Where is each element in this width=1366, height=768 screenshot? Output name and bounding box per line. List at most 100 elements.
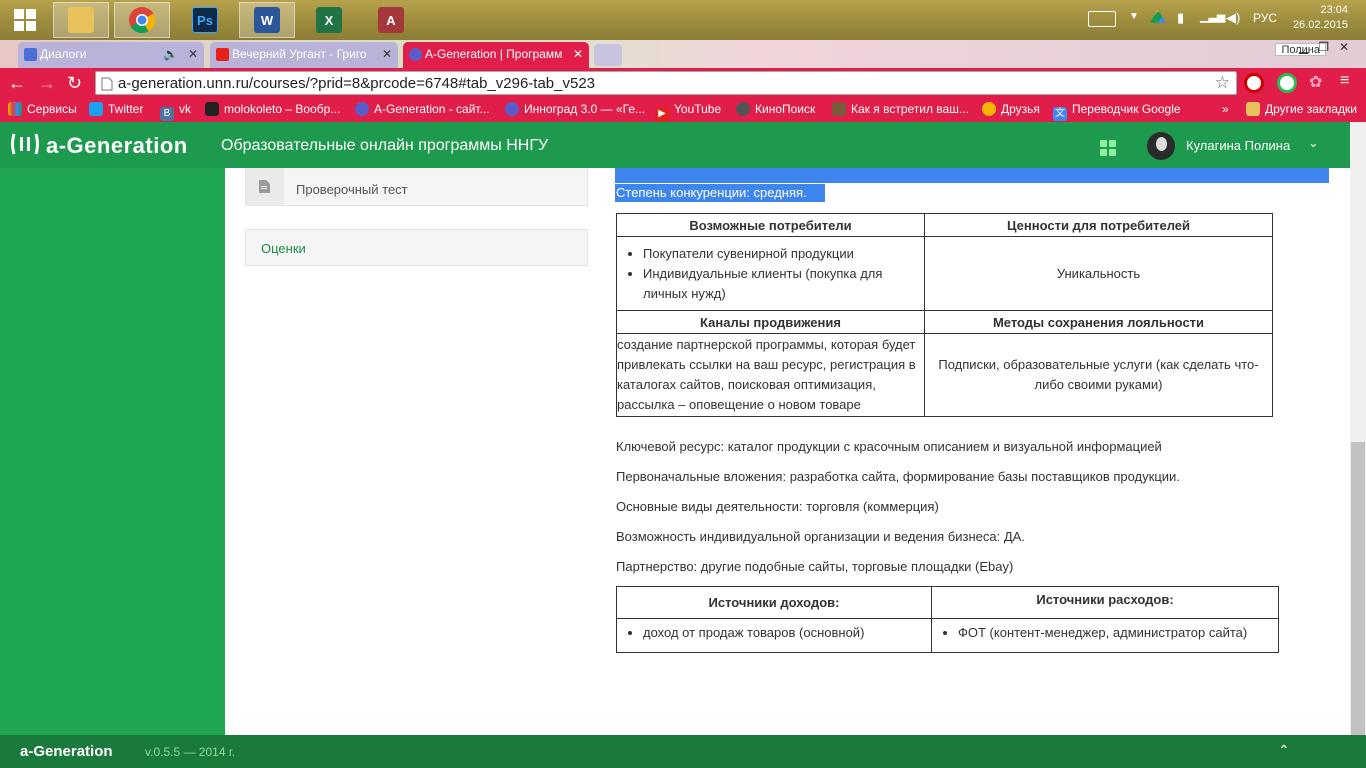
income-list: доход от продаж товаров (основной) [643,623,931,643]
tray-chevron-icon[interactable]: ▼ [1129,11,1139,22]
power-icon[interactable]: ▮ [1177,10,1184,26]
bookmark-other[interactable]: Другие закладки [1246,102,1357,116]
clock-time: 23:04 [1320,4,1348,16]
youtube-icon: ▶ [655,107,669,121]
paw-extension-icon[interactable]: ✿ [1309,72,1322,92]
footer-version: v.0.5.5 — 2014 г. [145,745,236,759]
menu-icon[interactable]: ≡ [1340,72,1349,90]
keyboard-icon[interactable] [1088,11,1116,27]
page-icon [101,77,113,91]
speaker-icon: 🔈 [163,47,178,61]
taskbar-photoshop[interactable]: Ps [177,2,233,38]
paragraph: Ключевой ресурс: каталог продукции с кра… [616,439,1162,454]
star-icon[interactable]: ☆ [1215,73,1230,93]
footer-logo: a-Generation [20,743,113,760]
tab-a-generation[interactable]: A-Generation | Программ ✕ [403,42,589,68]
windows-logo-icon [14,9,36,31]
page-footer: a-Generation v.0.5.5 — 2014 г. ⌃ [0,735,1366,768]
twitter-icon [89,102,103,116]
bookmark-favicon-icon [982,102,996,116]
bookmark-vk[interactable]: Bvk [160,102,191,121]
apps-grid-icon[interactable] [1100,140,1117,157]
tab-close-icon[interactable]: ✕ [573,42,583,66]
tab-label: Диалоги [40,47,87,61]
forward-arrow-icon[interactable]: → [38,73,56,93]
volume-icon[interactable]: ◀) [1226,10,1240,26]
app-header: a-Generation Образовательные онлайн прог… [0,122,1366,168]
logo-icon [11,133,39,155]
tab-close-icon[interactable]: ✕ [382,42,392,66]
bookmark-a-generation[interactable]: A-Generation - сайт... [355,102,490,116]
google-translate-icon: 文 [1053,107,1067,121]
bookmark-innograd[interactable]: Инноград 3.0 — «Ге... [505,102,645,116]
extension-icon[interactable] [1277,73,1297,93]
network-icon[interactable]: ▁▃▅ [1200,10,1225,23]
document-icon [259,180,270,193]
bookmark-himym[interactable]: Как я встретил ваш... [832,102,969,116]
vk-icon: B [160,107,174,121]
scrollbar-thumb[interactable] [1351,442,1365,737]
user-name[interactable]: Кулагина Полина [1186,138,1290,153]
bookmark-friends[interactable]: Друзья [982,102,1040,116]
consumers-list: Покупатели сувенирной продукции Индивиду… [643,244,924,304]
bookmark-molokoleto[interactable]: molokoleto – Вообр... [205,102,340,116]
bookmark-favicon-icon [505,102,519,116]
left-sidebar-strip [0,168,225,735]
tab-urgant[interactable]: Вечерний Ургант - Григо ✕ [210,42,398,68]
consumers-table: Возможные потребители Ценности для потре… [616,213,1273,417]
bookmark-favicon-icon [832,102,846,116]
kinopoisk-icon [736,102,750,116]
bookmarks-overflow[interactable]: » [1222,102,1229,116]
folder-icon [1246,102,1260,116]
table-header: Возможные потребители [616,213,925,237]
windows-start-button[interactable] [0,2,50,38]
address-bar[interactable]: a-generation.unn.ru/courses/?prid=8&prco… [95,71,1237,95]
bookmark-google-translate[interactable]: 文 Переводчик Google [1053,102,1181,121]
system-clock[interactable]: 23:04 26.02.2015 [1293,3,1348,33]
language-indicator[interactable]: РУС [1253,11,1277,25]
avatar[interactable] [1147,132,1175,160]
adblock-icon[interactable] [1244,73,1264,93]
paragraph: Возможность индивидуальной организации и… [616,529,1025,544]
table-header: Ценности для потребителей [924,213,1273,237]
chrome-icon [129,7,156,34]
window-controls[interactable]: ▁ ❐ ✕ [1282,40,1366,60]
tab-dialogs[interactable]: Диалоги 🔈 ✕ [18,42,204,68]
table-cell: Подписки, образовательные услуги (как сд… [924,333,1273,417]
expenses-list: ФОТ (контент-менеджер, администратор сай… [958,623,1278,643]
reload-icon[interactable]: ↻ [67,73,82,93]
selected-text-block [615,168,1329,183]
table-header: Источники доходов: [616,586,932,619]
sidebar-item-test[interactable]: Проверочный тест [245,168,588,206]
taskbar-chrome[interactable] [114,2,170,38]
photoshop-icon: Ps [192,7,218,33]
bookmark-youtube[interactable]: ▶ YouTube [655,102,721,121]
url-text: a-generation.unn.ru/courses/?prid=8&prco… [118,75,596,92]
table-header: Методы сохранения лояльности [924,310,1273,334]
tab-close-icon[interactable]: ✕ [188,42,198,66]
bookmark-kinopoisk[interactable]: КиноПоиск [736,102,815,116]
sidebar-item-grades[interactable]: Оценки [245,229,588,266]
google-drive-icon[interactable] [1150,10,1166,23]
scroll-top-chevron-icon[interactable]: ⌃ [1278,742,1290,759]
new-tab-button[interactable] [594,44,622,66]
youtube-icon [216,48,229,61]
bookmark-favicon-icon [205,102,219,116]
bookmarks-bar: Сервисы Twitter Bvk molokoleto – Вообр..… [0,98,1366,122]
bookmark-services[interactable]: Сервисы [8,102,77,116]
browser-tab-strip: Диалоги 🔈 ✕ Вечерний Ургант - Григо ✕ A-… [0,40,1366,68]
taskbar-file-explorer[interactable] [53,2,109,38]
chevron-down-icon[interactable]: ⌄ [1308,135,1319,151]
taskbar-word[interactable]: W [239,2,295,38]
finance-table: Источники доходов: Источники расходов: д… [616,586,1279,653]
tab-label: Вечерний Ургант - Григо [232,47,367,61]
back-arrow-icon[interactable]: ← [8,73,26,93]
bookmark-twitter[interactable]: Twitter [89,102,143,116]
table-cell: Уникальность [924,236,1273,311]
taskbar-access[interactable]: A [363,2,419,38]
site-logo[interactable]: a-Generation [10,131,188,159]
tab-favicon-icon [24,48,37,61]
taskbar-excel[interactable]: X [301,2,357,38]
word-icon: W [254,7,280,33]
main-content: Проверочный тест Оценки Степень конкурен… [225,168,1350,735]
